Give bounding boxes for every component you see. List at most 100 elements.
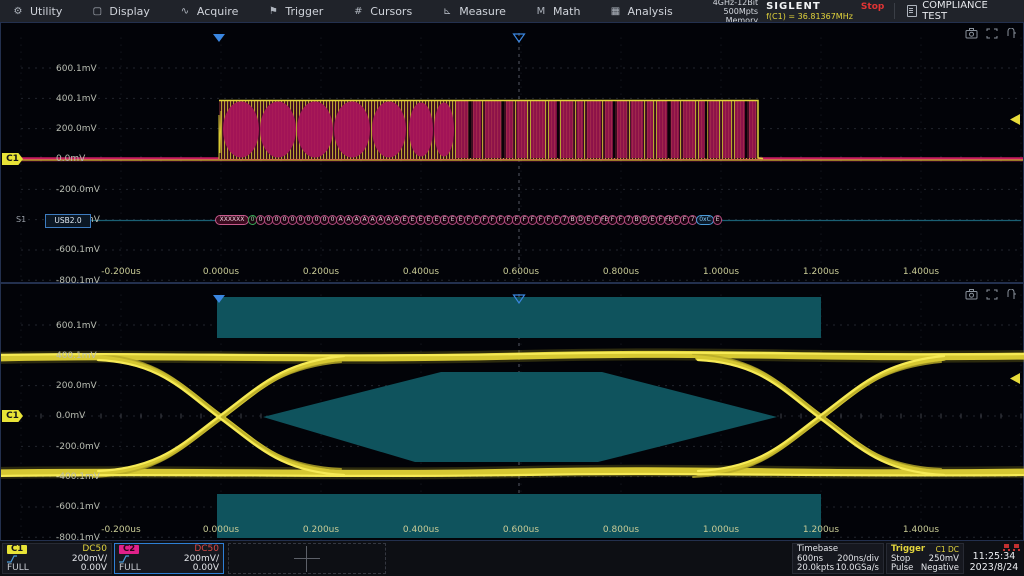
- oscilloscope-screen: ⚙ Utility ▢ Display ∿ Acquire ⚑ Trigger # Cursors…: [0, 0, 1024, 576]
- math-icon: M: [535, 6, 547, 17]
- voltage-label: 0.0mV: [56, 411, 85, 421]
- acquire-icon: ∿: [179, 6, 191, 17]
- clock-time: 11:25:34: [966, 551, 1022, 562]
- display-icon: ▢: [91, 6, 103, 17]
- decode-token: E: [713, 215, 722, 225]
- menu-item-label: Measure: [459, 5, 506, 18]
- menu-item-display[interactable]: ▢ Display: [79, 0, 167, 22]
- eye-diagram-svg: [1, 284, 1024, 540]
- document-icon: [907, 5, 917, 17]
- time-label: 1.000us: [686, 525, 756, 535]
- usb-decode-row: XXXXXX00000000000AAAAAAAAEEEEEEEEFFFFFFF…: [216, 215, 722, 225]
- menu-item-analysis[interactable]: ▦ Analysis: [597, 0, 689, 22]
- camera-icon[interactable]: [965, 28, 978, 39]
- top-graticule: 600.1mV400.1mV200.0mV0.0mV-200.0mV-400.1…: [0, 22, 1024, 283]
- trigger-flag-icon: ⚑: [267, 6, 279, 17]
- trigger-level-marker[interactable]: [1010, 114, 1020, 125]
- menu-item-label: Display: [109, 5, 150, 18]
- compliance-mask: [217, 297, 821, 538]
- time-label: 0.600us: [486, 267, 556, 277]
- measure-icon: ⊾: [441, 6, 453, 17]
- ch2-offset: 0.00V: [193, 564, 219, 574]
- usb-packet-burst: [219, 100, 763, 159]
- bottom-graticule-eye-diagram: 600.1mV400.1mV200.0mV0.0mV-200.0mV-400.1…: [0, 283, 1024, 541]
- horizontal-reference-marker[interactable]: [213, 34, 225, 42]
- time-label: 0.000us: [186, 267, 256, 277]
- menu-item-label: Utility: [30, 5, 62, 18]
- ch1-offset: 0.00V: [81, 564, 107, 574]
- graticule-toolbar: [965, 28, 1017, 39]
- graticule-toolbar: [965, 289, 1017, 300]
- knob-icon[interactable]: [1006, 28, 1017, 39]
- brand-block: SIGLENT f(C1) = 36.81367MHz: [766, 1, 853, 21]
- expand-icon[interactable]: [986, 28, 998, 39]
- menu-bar: ⚙ Utility ▢ Display ∿ Acquire ⚑ Trigger # Cursors…: [0, 0, 1024, 23]
- timebase-points: 20.0kpts: [797, 564, 834, 574]
- scope-spec: 4GHz-12Bit 500Mpts Memory: [690, 0, 758, 25]
- camera-icon[interactable]: [965, 289, 978, 300]
- decode-token: 0xC: [696, 215, 714, 225]
- menu-item-measure[interactable]: ⊾ Measure: [429, 0, 523, 22]
- voltage-label: 200.0mV: [56, 124, 97, 134]
- analysis-icon: ▦: [609, 6, 621, 17]
- voltage-label: 400.1mV: [56, 94, 97, 104]
- menu-item-label: Math: [553, 5, 581, 18]
- menu-item-label: Acquire: [197, 5, 238, 18]
- data-field-bits: [456, 101, 756, 158]
- voltage-label: 200.0mV: [56, 381, 97, 391]
- compliance-test-button[interactable]: COMPLIANCE TEST: [894, 3, 1024, 18]
- menu-item-cursors[interactable]: # Cursors: [340, 0, 429, 22]
- voltage-label: 0.0mV: [56, 154, 85, 164]
- usb2-decode-badge[interactable]: USB2.0: [45, 214, 91, 228]
- acquisition-state[interactable]: Stop: [861, 2, 884, 12]
- trigger-box[interactable]: TriggerC1 DC Stop250mV PulseNegative: [886, 543, 964, 574]
- network-status-icons: [966, 543, 1022, 551]
- time-label: 1.400us: [886, 525, 956, 535]
- voltage-label: -600.1mV: [56, 245, 100, 255]
- time-label: 0.200us: [286, 525, 356, 535]
- clock-box[interactable]: 11:25:34 2023/8/24: [966, 543, 1022, 574]
- decode-token: XXXXXX: [215, 215, 249, 225]
- menu-item-label: Cursors: [370, 5, 412, 18]
- time-label: 0.800us: [586, 267, 656, 277]
- time-label: 0.000us: [186, 525, 256, 535]
- brand-logo: SIGLENT: [766, 1, 853, 12]
- top-waveform-svg: [1, 23, 1024, 282]
- time-label: 0.800us: [586, 525, 656, 535]
- channel2-box[interactable]: C2 DC50 200mV/ FULL 0.00V: [114, 543, 224, 574]
- menu-items: ⚙ Utility ▢ Display ∿ Acquire ⚑ Trigger # Cursors…: [0, 0, 690, 22]
- frequency-readout: f(C1) = 36.81367MHz: [766, 12, 853, 21]
- menubar-right: 4GHz-12Bit 500Mpts Memory SIGLENT f(C1) …: [690, 0, 1024, 22]
- cursors-icon: #: [352, 6, 364, 17]
- time-label: 0.400us: [386, 525, 456, 535]
- voltage-label: 600.1mV: [56, 64, 97, 74]
- gear-icon: ⚙: [12, 6, 24, 17]
- timebase-box[interactable]: Timebase 600ns200ns/div 20.0kpts10.0GSa/…: [792, 543, 884, 574]
- time-label: 0.400us: [386, 267, 456, 277]
- trigger-type: Pulse: [891, 564, 913, 574]
- trigger-slope: Negative: [921, 564, 959, 574]
- menu-item-utility[interactable]: ⚙ Utility: [0, 0, 79, 22]
- menu-item-math[interactable]: M Math: [523, 0, 598, 22]
- compliance-test-label: COMPLIANCE TEST: [922, 0, 1014, 22]
- voltage-label: -600.1mV: [56, 502, 100, 512]
- menu-item-label: Trigger: [285, 5, 323, 18]
- add-channel-box[interactable]: [228, 543, 386, 574]
- time-label: 1.200us: [786, 267, 856, 277]
- voltage-label: -400.1mV: [56, 472, 100, 482]
- time-label: 1.000us: [686, 267, 756, 277]
- ch1-bandwidth: FULL: [7, 564, 29, 574]
- ch1-chip: C1: [7, 545, 27, 554]
- expand-icon[interactable]: [986, 289, 998, 300]
- trigger-level-marker[interactable]: [1010, 373, 1020, 384]
- menu-item-trigger[interactable]: ⚑ Trigger: [255, 0, 340, 22]
- menu-item-label: Analysis: [627, 5, 672, 18]
- voltage-label: 400.1mV: [56, 351, 97, 361]
- voltage-label: -200.0mV: [56, 185, 100, 195]
- time-label: 1.400us: [886, 267, 956, 277]
- knob-icon[interactable]: [1006, 289, 1017, 300]
- time-label: -0.200us: [86, 267, 156, 277]
- voltage-label: 600.1mV: [56, 321, 97, 331]
- menu-item-acquire[interactable]: ∿ Acquire: [167, 0, 255, 22]
- channel1-box[interactable]: C1 DC50 200mV/ FULL 0.00V: [2, 543, 112, 574]
